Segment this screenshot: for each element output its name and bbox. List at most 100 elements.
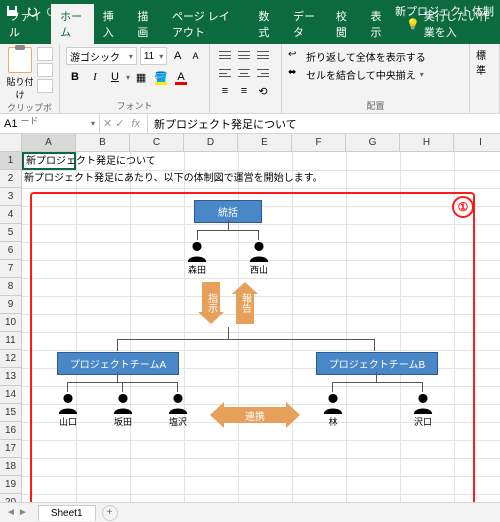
row-head-14[interactable]: 14 [0, 386, 22, 404]
merge-center-button[interactable]: ⬌ セルを結合して中央揃え ▾ [288, 65, 463, 83]
row-head-2[interactable]: 2 [0, 170, 22, 188]
copy-button[interactable] [37, 63, 53, 77]
person-sawaguchi: 沢口 [403, 392, 443, 428]
ribbon: 貼り付け クリップボード 游ゴシック▾ 11▾ A A B I U ▾ ▦ [0, 44, 500, 114]
formula-bar[interactable]: 新プロジェクト発足について [148, 114, 500, 133]
col-head-I[interactable]: I [454, 134, 500, 152]
tab-review[interactable]: 校閲 [327, 4, 362, 44]
col-head-G[interactable]: G [346, 134, 400, 152]
name-box[interactable]: A1 ▾ [0, 114, 100, 133]
tab-home[interactable]: ホーム [51, 4, 94, 44]
col-head-F[interactable]: F [292, 134, 346, 152]
select-all-corner[interactable] [0, 134, 22, 152]
font-size-select[interactable]: 11▾ [140, 47, 167, 65]
row-head-12[interactable]: 12 [0, 350, 22, 368]
org-team-a-box: プロジェクトチームA [57, 352, 179, 375]
sheet-tab-1[interactable]: Sheet1 [38, 505, 96, 521]
tab-file[interactable]: ファイル [0, 4, 51, 44]
cell-a2[interactable]: 新プロジェクト発足にあたり、以下の体制図で運営を開始します。 [22, 170, 325, 188]
font-color-button[interactable]: A [172, 68, 190, 86]
row-head-13[interactable]: 13 [0, 368, 22, 386]
cancel-icon[interactable]: ✕ [103, 117, 112, 130]
tab-data[interactable]: データ [284, 4, 327, 44]
paste-button[interactable]: 貼り付け [6, 47, 34, 101]
bulb-icon: 💡 [406, 18, 420, 31]
row-head-1[interactable]: 1 [0, 152, 22, 170]
row-head-9[interactable]: 9 [0, 296, 22, 314]
team-b-label: プロジェクトチームB [329, 360, 425, 371]
format-painter-button[interactable] [37, 79, 53, 93]
font-name-select[interactable]: 游ゴシック▾ [66, 47, 137, 65]
wrap-text-button[interactable]: ↩ 折り返して全体を表示する [288, 47, 463, 65]
bold-button[interactable]: B [66, 68, 84, 86]
enter-icon[interactable]: ✓ [115, 117, 124, 130]
underline-button[interactable]: U [106, 68, 124, 86]
tab-draw[interactable]: 描画 [128, 4, 163, 44]
add-sheet-button[interactable]: + [102, 505, 118, 521]
ribbon-tabs: ファイル ホーム 挿入 描画 ページ レイアウト 数式 データ 校閲 表示 💡 … [0, 22, 500, 44]
row-head-7[interactable]: 7 [0, 260, 22, 278]
row-head-17[interactable]: 17 [0, 440, 22, 458]
col-head-A[interactable]: A [22, 134, 76, 152]
row-head-4[interactable]: 4 [0, 206, 22, 224]
row-head-5[interactable]: 5 [0, 224, 22, 242]
row-head-3[interactable]: 3 [0, 188, 22, 206]
col-head-E[interactable]: E [238, 134, 292, 152]
row-head-16[interactable]: 16 [0, 422, 22, 440]
row-head-8[interactable]: 8 [0, 278, 22, 296]
fill-color-button[interactable]: 🪣 [152, 68, 170, 86]
wrap-label: 折り返して全体を表示する [306, 49, 426, 64]
person-name: 坂田 [103, 415, 143, 428]
col-head-C[interactable]: C [130, 134, 184, 152]
decrease-indent-button[interactable]: ≡ [216, 83, 234, 99]
align-top-button[interactable] [216, 47, 234, 63]
sheet-nav-prev-icon[interactable]: ◄ [6, 507, 16, 518]
col-head-H[interactable]: H [400, 134, 454, 152]
arrow-shiji: 指示 [198, 282, 224, 324]
chevron-down-icon[interactable]: ▾ [126, 73, 130, 82]
chevron-down-icon: ▾ [91, 119, 95, 128]
increase-indent-button[interactable]: ≡ [235, 83, 253, 99]
person-icon [112, 392, 134, 414]
name-box-value: A1 [4, 118, 17, 130]
italic-button[interactable]: I [86, 68, 104, 86]
row-head-6[interactable]: 6 [0, 242, 22, 260]
annotation-number: ① [458, 200, 469, 214]
sheet-tab-label: Sheet1 [51, 508, 83, 519]
align-right-button[interactable] [254, 65, 272, 81]
worksheet-grid[interactable]: ABCDEFGHIJ 12345678910111213141516171819… [0, 134, 500, 514]
tab-formulas[interactable]: 数式 [249, 4, 284, 44]
row-head-19[interactable]: 19 [0, 476, 22, 494]
align-left-button[interactable] [216, 65, 234, 81]
border-button[interactable]: ▦ [132, 68, 150, 86]
align-middle-button[interactable] [235, 47, 253, 63]
org-team-b-box: プロジェクトチームB [316, 352, 438, 375]
row-head-15[interactable]: 15 [0, 404, 22, 422]
sheet-nav-next-icon[interactable]: ► [18, 507, 28, 518]
cut-button[interactable] [37, 47, 53, 61]
increase-font-icon[interactable]: A [170, 47, 185, 65]
person-name: 沢口 [403, 415, 443, 428]
font-name-value: 游ゴシック [70, 49, 120, 64]
number-format-select[interactable]: 標準 [476, 47, 493, 77]
orientation-button[interactable]: ⟲ [254, 83, 272, 99]
row-head-11[interactable]: 11 [0, 332, 22, 350]
col-head-D[interactable]: D [184, 134, 238, 152]
person-icon [57, 392, 79, 414]
tell-me[interactable]: 💡 実行したい作業を入 [400, 4, 500, 44]
row-head-10[interactable]: 10 [0, 314, 22, 332]
merge-icon: ⬌ [288, 67, 302, 81]
decrease-font-icon[interactable]: A [188, 47, 203, 65]
tab-page-layout[interactable]: ページ レイアウト [163, 4, 249, 44]
align-bottom-button[interactable] [254, 47, 272, 63]
person-yamaguchi: 山口 [48, 392, 88, 428]
annotation-badge: ① [452, 196, 474, 218]
formula-bar-row: A1 ▾ ✕ ✓ fx 新プロジェクト発足について [0, 114, 500, 134]
row-head-18[interactable]: 18 [0, 458, 22, 476]
align-center-button[interactable] [235, 65, 253, 81]
fx-icon[interactable]: fx [127, 118, 144, 130]
tab-insert[interactable]: 挿入 [94, 4, 129, 44]
col-head-B[interactable]: B [76, 134, 130, 152]
cell-a1[interactable]: 新プロジェクト発足について [22, 152, 76, 170]
tab-view[interactable]: 表示 [361, 4, 396, 44]
